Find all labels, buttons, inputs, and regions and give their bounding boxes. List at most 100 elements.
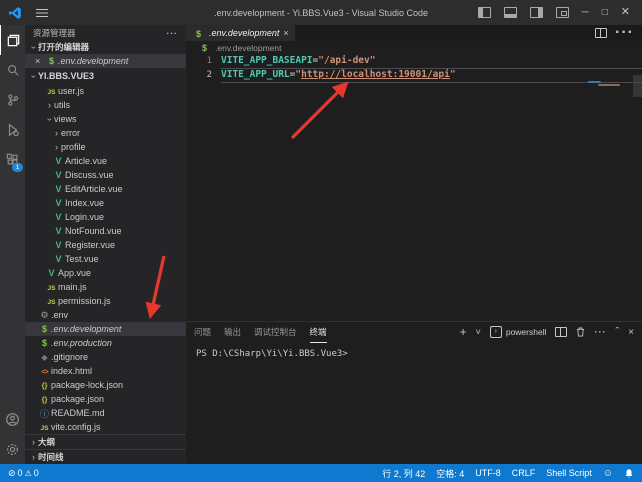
code-line-2: 2 VITE_APP_URL="http://localhost:19001/a…	[186, 68, 642, 82]
tab-output[interactable]: 输出	[224, 322, 241, 342]
tree-item[interactable]: .gitignore	[25, 350, 186, 364]
toggle-secondary-sidebar-icon[interactable]	[530, 7, 543, 18]
tree-item-selected[interactable]: .env.development	[25, 322, 186, 336]
encoding[interactable]: UTF-8	[475, 468, 501, 478]
titlebar: .env.development - Yi.BBS.Vue3 - Visual …	[0, 0, 642, 25]
new-terminal-icon[interactable]	[460, 325, 467, 339]
toggle-panel-icon[interactable]	[504, 7, 517, 18]
code-editor[interactable]: 1 VITE_APP_BASEAPI="/api-dev" 2 VITE_APP…	[186, 54, 642, 321]
warning-icon	[25, 468, 32, 478]
tree-item[interactable]: package-lock.json	[25, 378, 186, 392]
tab-bar: .env.development	[186, 25, 642, 41]
minimap[interactable]	[598, 84, 620, 86]
activity-bar: 1	[0, 25, 25, 464]
tree-item[interactable]: .env	[25, 308, 186, 322]
dollar-icon	[38, 324, 51, 334]
eol-sequence[interactable]: CRLF	[512, 468, 536, 478]
braces-icon	[38, 380, 51, 390]
tree-item[interactable]: App.vue	[25, 266, 186, 280]
gear-icon	[38, 310, 51, 321]
close-icon[interactable]	[35, 56, 45, 66]
more-actions-icon[interactable]	[594, 327, 606, 337]
tree-item[interactable]: .env.production	[25, 336, 186, 350]
vue-icon	[45, 268, 58, 278]
minimap[interactable]	[588, 81, 601, 83]
outline-section-header[interactable]: 大纲	[25, 434, 186, 449]
tree-folder[interactable]: utils	[25, 98, 186, 112]
tree-folder[interactable]: profile	[25, 140, 186, 154]
tree-item[interactable]: Register.vue	[25, 238, 186, 252]
tree-item[interactable]: main.js	[25, 280, 186, 294]
tab-debug-console[interactable]: 调试控制台	[254, 322, 297, 342]
explorer-icon[interactable]	[0, 25, 26, 55]
dollar-icon	[192, 24, 205, 42]
url-link[interactable]: http://localhost:19001/api	[301, 69, 450, 80]
tree-item[interactable]: Discuss.vue	[25, 168, 186, 182]
vue-icon	[52, 156, 65, 166]
tree-item[interactable]: permission.js	[25, 294, 186, 308]
tree-item[interactable]: index.html	[25, 364, 186, 378]
tree-folder[interactable]: views	[25, 112, 186, 126]
problems-status[interactable]: 0 0	[8, 468, 39, 479]
kill-terminal-trash-icon[interactable]	[576, 327, 585, 337]
tree-item[interactable]: package.json	[25, 392, 186, 406]
maximize-panel-icon[interactable]	[615, 326, 619, 338]
tree-item[interactable]: EditArticle.vue	[25, 182, 186, 196]
extensions-icon[interactable]: 1	[0, 145, 25, 175]
tree-item[interactable]: Test.vue	[25, 252, 186, 266]
terminal-output[interactable]: PS D:\CSharp\Yi\Yi.BBS.Vue3>	[186, 342, 642, 359]
html-icon	[38, 366, 51, 376]
bell-icon[interactable]	[624, 468, 634, 479]
toggle-sidebar-icon[interactable]	[478, 7, 491, 18]
dollar-icon	[38, 338, 51, 348]
tab-problems[interactable]: 问题	[194, 322, 211, 342]
split-terminal-icon[interactable]	[555, 327, 567, 337]
vue-icon	[52, 226, 65, 236]
tree-folder[interactable]: error	[25, 126, 186, 140]
feedback-icon[interactable]	[603, 468, 613, 479]
tab-env-development[interactable]: .env.development	[186, 25, 295, 41]
terminal-instance-item[interactable]: powershell	[490, 326, 547, 338]
more-actions-icon[interactable]	[167, 28, 179, 38]
more-actions-icon[interactable]	[615, 24, 634, 42]
vscode-window: { "titlebar": { "title": ".env.developme…	[0, 0, 642, 482]
account-icon[interactable]	[0, 404, 25, 434]
scrollbar-slider[interactable]	[633, 75, 642, 97]
menu-icon[interactable]	[36, 9, 48, 17]
tree-item[interactable]: Index.vue	[25, 196, 186, 210]
js-icon	[38, 422, 51, 432]
tab-terminal[interactable]: 终端	[310, 322, 327, 343]
terminal-dropdown-icon[interactable]	[476, 327, 481, 337]
cursor-position[interactable]: 行 2, 列 42	[382, 467, 425, 480]
js-icon	[45, 296, 58, 306]
tree-item[interactable]: Article.vue	[25, 154, 186, 168]
search-icon[interactable]	[0, 55, 25, 85]
js-icon	[45, 282, 58, 292]
tree-item[interactable]: vite.config.js	[25, 420, 186, 434]
vue-icon	[52, 198, 65, 208]
vue-icon	[52, 254, 65, 264]
open-editor-item[interactable]: .env.development	[25, 54, 186, 68]
tree-item[interactable]: README.md	[25, 406, 186, 420]
language-mode[interactable]: Shell Script	[546, 468, 592, 478]
minimize-button[interactable]: ─	[582, 0, 589, 25]
tree-item[interactable]: NotFound.vue	[25, 224, 186, 238]
vue-icon	[52, 240, 65, 250]
open-editors-header[interactable]: 打开的编辑器	[25, 40, 186, 54]
close-tab-icon[interactable]	[283, 28, 293, 38]
project-root-header[interactable]: YI.BBS.VUE3	[25, 68, 186, 84]
source-control-icon[interactable]	[0, 85, 25, 115]
customize-layout-icon[interactable]	[556, 7, 569, 18]
maximize-button[interactable]: □	[602, 0, 608, 25]
timeline-section-header[interactable]: 时间线	[25, 449, 186, 464]
run-debug-icon[interactable]	[0, 115, 25, 145]
indentation[interactable]: 空格: 4	[436, 467, 464, 480]
close-button[interactable]: ✕	[621, 0, 630, 25]
tree-item[interactable]: user.js	[25, 84, 186, 98]
tree-item[interactable]: Login.vue	[25, 210, 186, 224]
close-panel-icon[interactable]	[628, 327, 634, 338]
info-icon	[38, 407, 51, 420]
breadcrumb[interactable]: .env.development	[186, 41, 642, 54]
split-editor-icon[interactable]	[595, 28, 607, 38]
settings-gear-icon[interactable]	[0, 434, 25, 464]
